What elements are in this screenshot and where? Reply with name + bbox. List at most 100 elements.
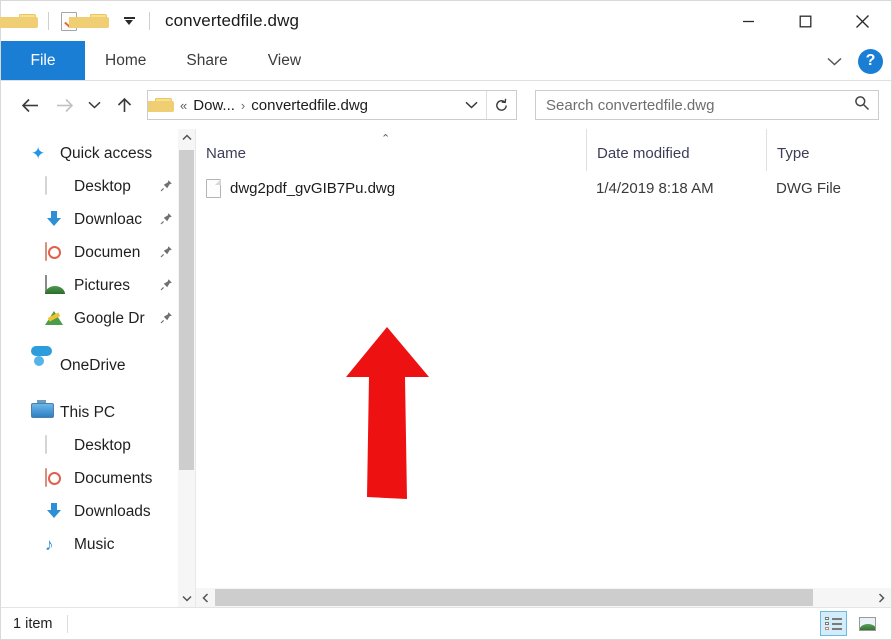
address-bar: « Dow... › convertedfile.dwg Search conv… (1, 81, 891, 129)
breadcrumb[interactable]: « Dow... › convertedfile.dwg (147, 90, 517, 120)
recent-locations-chevron-down-icon[interactable] (81, 88, 107, 122)
sidebar-label: Desktop (74, 436, 131, 454)
file-explorer-window: convertedfile.dwg File Home Share View ? (0, 0, 892, 640)
table-row[interactable]: dwg2pdf_gvGIB7Pu.dwg 1/4/2019 8:18 AM DW… (196, 171, 891, 205)
horizontal-scroll-thumb[interactable] (215, 589, 813, 606)
sidebar-label: Quick access (60, 144, 153, 162)
close-icon[interactable] (834, 1, 891, 41)
new-folder-icon[interactable] (68, 6, 114, 36)
maximize-icon[interactable] (777, 1, 834, 41)
column-header-type[interactable]: Type (766, 129, 891, 171)
search-input[interactable]: Search convertedfile.dwg (535, 90, 879, 120)
breadcrumb-item-convertedfile[interactable]: convertedfile.dwg (251, 97, 368, 114)
search-placeholder: Search convertedfile.dwg (546, 96, 715, 114)
horizontal-scroll-track[interactable] (215, 588, 872, 607)
expand-ribbon-chevron-down-icon[interactable] (824, 51, 844, 71)
breadcrumb-item-downloads[interactable]: Dow... (193, 97, 235, 114)
column-label: Name (206, 145, 247, 162)
file-list-pane: Name ⌃ Date modified Type dwg2pdf_gvGIB7… (196, 129, 891, 607)
details-view-button[interactable] (820, 611, 847, 636)
toolbar-divider (48, 12, 49, 30)
sort-ascending-icon: ⌃ (381, 133, 391, 145)
column-label: Type (777, 145, 810, 162)
sidebar-item-pictures[interactable]: Pictures (1, 269, 195, 302)
sidebar-item-desktop[interactable]: Desktop (1, 170, 195, 203)
tab-share[interactable]: Share (166, 41, 247, 80)
pin-icon[interactable] (160, 179, 173, 197)
sidebar-item-google-drive[interactable]: Google Dr (1, 302, 195, 335)
breadcrumb-folder-icon (148, 97, 174, 113)
help-icon[interactable]: ? (858, 48, 883, 74)
view-mode-buttons (820, 611, 881, 636)
sidebar-item-downloads[interactable]: Downloac (1, 203, 195, 236)
sidebar-item-documents[interactable]: Documen (1, 236, 195, 269)
title-bar: convertedfile.dwg (0, 1, 891, 41)
tab-file[interactable]: File (1, 41, 85, 80)
scroll-left-icon[interactable] (196, 588, 215, 607)
sidebar-item-onedrive[interactable]: OneDrive (1, 349, 195, 382)
window-title: convertedfile.dwg (165, 11, 299, 30)
status-bar: 1 item (1, 607, 891, 639)
pin-icon[interactable] (160, 212, 173, 230)
minimize-icon[interactable] (720, 1, 777, 41)
sidebar-scroll-track[interactable] (178, 146, 195, 590)
scroll-up-icon[interactable] (178, 129, 195, 146)
documents-icon (45, 467, 65, 489)
breadcrumb-dropdown-chevron-down-icon[interactable] (456, 91, 486, 119)
sidebar-label: Desktop (74, 177, 131, 195)
sidebar-item-pc-documents[interactable]: Documents (1, 462, 195, 495)
sidebar-scroll-thumb[interactable] (179, 150, 194, 470)
forward-arrow-icon[interactable] (47, 88, 81, 122)
details-view-icon (825, 616, 842, 631)
large-icons-view-button[interactable] (854, 611, 881, 636)
sidebar-label: Documents (74, 469, 153, 487)
large-icons-view-icon (859, 616, 876, 631)
window-controls (720, 1, 891, 41)
sidebar-item-pc-desktop[interactable]: Desktop (1, 429, 195, 462)
cell-date-modified: 1/4/2019 8:18 AM (596, 179, 714, 197)
file-rows: dwg2pdf_gvGIB7Pu.dwg 1/4/2019 8:18 AM DW… (196, 171, 891, 588)
ribbon-right-controls: ? (824, 41, 883, 81)
breadcrumb-path[interactable]: « Dow... › convertedfile.dwg (148, 97, 456, 114)
sidebar-label: Music (74, 535, 115, 553)
back-arrow-icon[interactable] (13, 88, 47, 122)
scroll-down-icon[interactable] (178, 590, 195, 607)
navigation-list: ✦ Quick access Desktop Downloac Documen (1, 129, 195, 561)
horizontal-scrollbar[interactable] (196, 588, 891, 607)
folder-icon[interactable] (0, 6, 43, 36)
scroll-right-icon[interactable] (872, 588, 891, 607)
sidebar-label: Downloads (74, 502, 151, 520)
sidebar-item-quick-access[interactable]: ✦ Quick access (1, 137, 195, 170)
up-arrow-icon[interactable] (107, 88, 141, 122)
pin-icon[interactable] (160, 245, 173, 263)
pin-icon[interactable] (160, 311, 173, 329)
star-icon: ✦ (31, 143, 46, 163)
sidebar-label: Pictures (74, 276, 130, 294)
pin-icon[interactable] (160, 278, 173, 296)
cell-type: DWG File (776, 179, 841, 197)
column-label: Date modified (597, 145, 690, 162)
sidebar-scrollbar[interactable] (178, 129, 195, 607)
breadcrumb-overflow-icon[interactable]: « (180, 98, 187, 113)
refresh-icon[interactable] (486, 91, 516, 119)
column-header-date-modified[interactable]: Date modified (586, 129, 766, 171)
chevron-down-icon[interactable] (114, 6, 144, 36)
search-icon[interactable] (854, 95, 870, 116)
sidebar-item-pc-music[interactable]: ♪ Music (1, 528, 195, 561)
desktop-icon (45, 175, 65, 197)
breadcrumb-separator-icon: › (240, 97, 246, 113)
tab-home[interactable]: Home (85, 41, 166, 80)
cell-name[interactable]: dwg2pdf_gvGIB7Pu.dwg (196, 178, 586, 198)
sidebar-label: Google Dr (74, 309, 145, 327)
item-count-label: 1 item (13, 615, 53, 632)
ribbon-tab-bar: File Home Share View ? (1, 41, 891, 81)
sidebar-item-this-pc[interactable]: This PC (1, 396, 195, 429)
quick-access-toolbar (0, 6, 155, 36)
download-icon (45, 502, 65, 522)
this-pc-icon (31, 403, 51, 423)
tab-view[interactable]: View (248, 41, 321, 80)
column-header-name[interactable]: Name ⌃ (196, 129, 586, 171)
sidebar-item-pc-downloads[interactable]: Downloads (1, 495, 195, 528)
